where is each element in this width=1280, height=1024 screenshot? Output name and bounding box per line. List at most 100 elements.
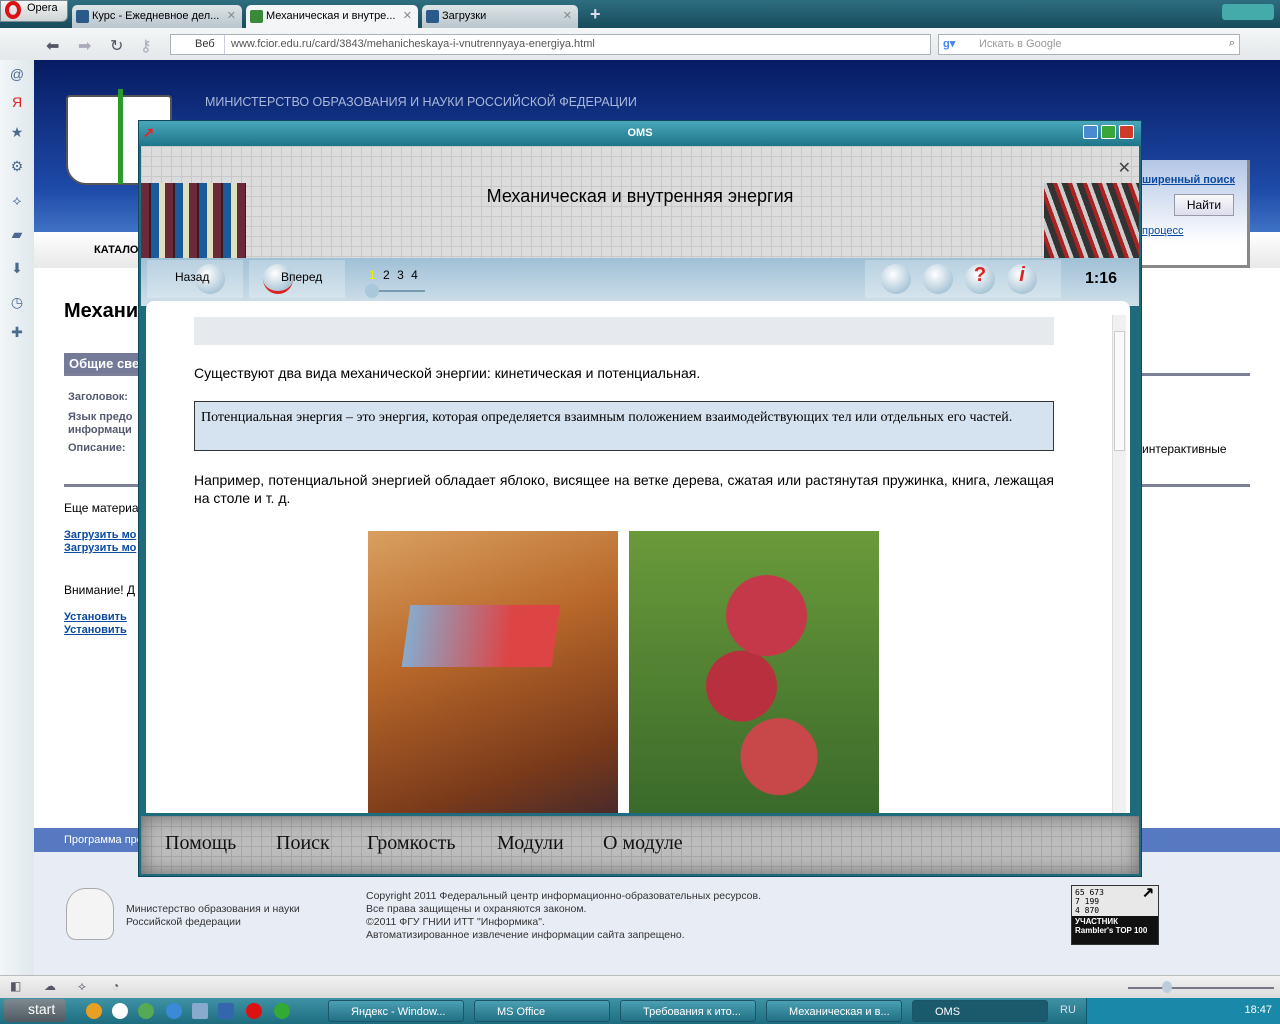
- taskbar-item[interactable]: Требования к ито...: [620, 1000, 756, 1022]
- forward-icon[interactable]: ➡: [78, 36, 91, 56]
- load-link[interactable]: Загрузить мо: [64, 542, 136, 554]
- menu-search[interactable]: Поиск: [276, 832, 330, 855]
- slider-handle: [1162, 981, 1172, 993]
- media-player-icon[interactable]: [112, 1003, 128, 1019]
- menu-about[interactable]: О модуле: [603, 832, 683, 855]
- install-link[interactable]: Установить: [64, 611, 127, 623]
- close-icon[interactable]: ✕: [227, 9, 236, 22]
- google-icon[interactable]: g▾: [943, 37, 955, 50]
- add-panel-icon[interactable]: ✚: [9, 324, 25, 340]
- scrollbar[interactable]: [1112, 315, 1126, 813]
- footer-copyright: Copyright 2011 Федеральный центр информа…: [366, 890, 762, 941]
- close-button[interactable]: [1119, 125, 1134, 139]
- taskbar-item-active[interactable]: OMS: [912, 1000, 1048, 1022]
- speed-dial-icon[interactable]: ◔: [112, 979, 119, 993]
- download-icon: [426, 10, 439, 23]
- web-label: Веб: [171, 35, 225, 54]
- ie-icon[interactable]: [166, 1003, 182, 1019]
- close-icon[interactable]: ✕: [563, 9, 572, 22]
- search-icon[interactable]: ⌕: [1229, 37, 1235, 50]
- back-icon[interactable]: ⬅: [46, 36, 59, 56]
- share-icon[interactable]: ⟡: [9, 192, 25, 208]
- tool-icons: ? i: [865, 260, 1061, 298]
- downloads-icon[interactable]: ⬇: [9, 260, 25, 276]
- tab-course[interactable]: Курс - Ежедневное дел... ✕: [72, 5, 242, 28]
- minimize-button[interactable]: [1083, 125, 1098, 139]
- module-menu: Помощь Поиск Громкость Модули О модуле: [141, 816, 1139, 874]
- yandex-icon[interactable]: Я: [9, 94, 25, 110]
- unite-icon[interactable]: ⟡: [78, 979, 86, 994]
- taskbar-item[interactable]: Механическая и в...: [766, 1000, 902, 1022]
- cloud-icon[interactable]: ☁: [44, 979, 56, 993]
- back-button[interactable]: Назад: [147, 260, 243, 298]
- module-title: Механическая и внутренняя энергия: [486, 186, 794, 206]
- notes-icon[interactable]: ▰: [9, 226, 25, 242]
- quicklaunch-icon[interactable]: [86, 1003, 102, 1019]
- description-text: интерактивные: [1142, 442, 1227, 456]
- opera-menu-button[interactable]: Opera: [0, 0, 68, 22]
- menu-modules[interactable]: Модули: [497, 832, 564, 855]
- panel-toggle-icon[interactable]: ◧: [10, 979, 21, 993]
- page-navigator[interactable]: 1 2 3 4: [369, 268, 418, 282]
- tab-mechanical[interactable]: Механическая и внутре... ✕: [246, 5, 418, 28]
- module-toolbar: Назад Вперед 1 2 3 4 ? i 1:16: [141, 258, 1139, 306]
- slider-handle: [365, 284, 379, 298]
- load-link[interactable]: Загрузить мо: [64, 529, 136, 541]
- bookmarks-star-icon[interactable]: ★: [9, 124, 25, 140]
- maximize-button[interactable]: [1101, 125, 1116, 139]
- timer: 1:16: [1085, 270, 1118, 287]
- quicklaunch-icon[interactable]: [138, 1003, 154, 1019]
- opera-sidebar: @ Я ★ ⚙ ⟡ ▰ ⬇ ◷ ✚: [0, 60, 34, 975]
- more-materials: Еще материа: [64, 501, 139, 515]
- address-input[interactable]: Веб www.fcior.edu.ru/card/3843/mehaniches…: [170, 34, 931, 55]
- save-icon[interactable]: [218, 1003, 234, 1019]
- page-slider[interactable]: [365, 284, 425, 298]
- module-content: Существуют два вида механической энергии…: [146, 301, 1130, 813]
- rambler-label: УЧАСТНИК Rambler's TOP 100: [1072, 916, 1158, 944]
- zoom-slider[interactable]: [1128, 981, 1274, 993]
- history-clock-icon[interactable]: ◷: [9, 294, 25, 310]
- nav-catalog[interactable]: КАТАЛО: [94, 244, 139, 256]
- close-icon[interactable]: ✕: [403, 9, 412, 22]
- menu-volume[interactable]: Громкость: [367, 832, 456, 855]
- reload-icon[interactable]: ↻: [110, 36, 123, 56]
- warning-text: Внимание! Д: [64, 583, 136, 597]
- definition-box: Потенциальная энергия – это энергия, кот…: [194, 401, 1054, 451]
- find-button[interactable]: Найти: [1174, 194, 1234, 216]
- tab-downloads[interactable]: Загрузки ✕: [422, 5, 578, 28]
- utorrent-icon[interactable]: [274, 1003, 290, 1019]
- close-icon[interactable]: ✕: [1118, 158, 1131, 178]
- print-icon[interactable]: [923, 264, 953, 294]
- apples-photo: [629, 531, 879, 813]
- install-link[interactable]: Установить: [64, 624, 127, 636]
- scrollbar-thumb[interactable]: [1114, 331, 1125, 451]
- coat-of-arms-emblem: [66, 888, 114, 940]
- page-title: Механи: [64, 300, 139, 322]
- oms-title-bar[interactable]: OMS ➚: [139, 121, 1141, 146]
- info-icon[interactable]: i: [1007, 264, 1037, 294]
- desktop-icon[interactable]: [192, 1003, 208, 1019]
- menu-help[interactable]: Помощь: [165, 832, 236, 855]
- forward-button[interactable]: Вперед: [249, 260, 345, 298]
- search-input[interactable]: Искать в Google g▾ ⌕: [938, 34, 1240, 55]
- gear-icon[interactable]: ⚙: [9, 158, 25, 174]
- tab-general-info[interactable]: Общие све: [64, 353, 144, 375]
- label-description: Описание:: [68, 442, 126, 454]
- intro-text: Существуют два вида механической энергии…: [194, 365, 701, 381]
- label-info: информаци: [68, 424, 132, 436]
- process-link[interactable]: процесс: [1142, 225, 1184, 237]
- advanced-search-link[interactable]: ширенный поиск: [1142, 174, 1235, 186]
- rambler-top100-badge[interactable]: 65 673 7 199 4 870 ↗ УЧАСТНИК Rambler's TO…: [1071, 880, 1159, 945]
- taskbar-item[interactable]: MS Office: [474, 1000, 610, 1022]
- taskbar-item[interactable]: Яндекс - Window...: [328, 1000, 464, 1022]
- mail-icon[interactable]: @: [9, 66, 25, 82]
- example-text: Например, потенциальной энергией обладае…: [194, 472, 1054, 506]
- start-button[interactable]: start: [4, 999, 66, 1022]
- language-indicator[interactable]: RU: [1060, 1004, 1076, 1016]
- new-tab-icon[interactable]: +: [590, 4, 601, 25]
- status-bar: ◧ ☁ ⟡ ◔: [0, 975, 1280, 998]
- window-controls[interactable]: [1222, 4, 1274, 20]
- notes-icon[interactable]: [881, 264, 911, 294]
- help-icon[interactable]: ?: [965, 264, 995, 294]
- opera-icon[interactable]: [246, 1003, 262, 1019]
